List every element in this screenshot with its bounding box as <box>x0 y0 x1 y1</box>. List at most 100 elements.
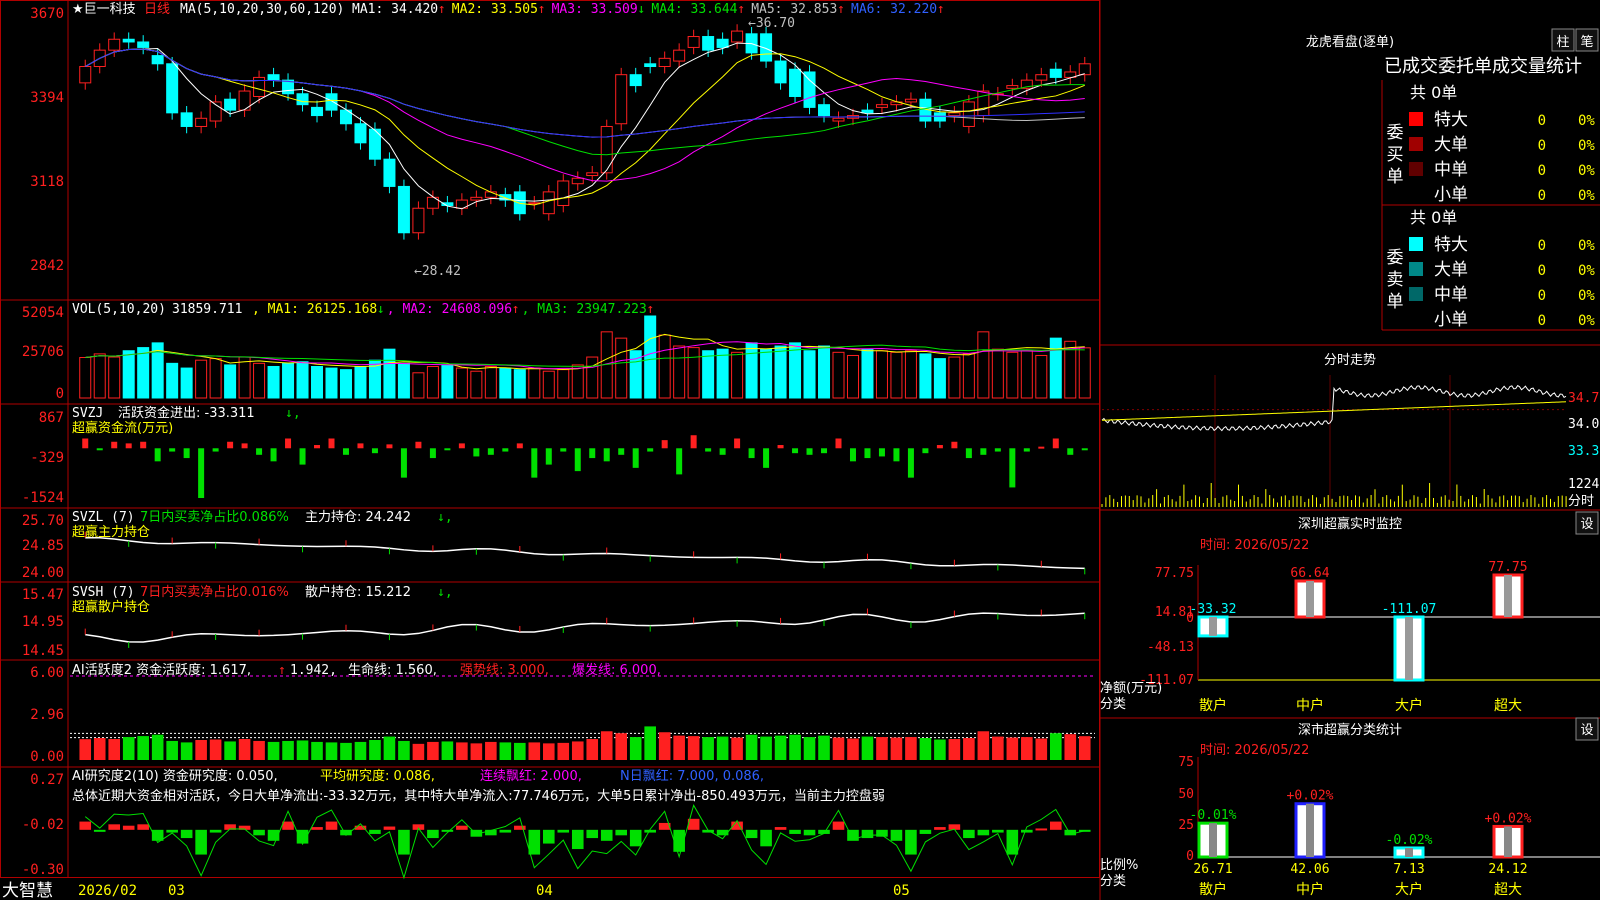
fund-flow-bar <box>183 448 190 459</box>
candle-body <box>470 196 483 201</box>
volume-bar <box>122 350 135 399</box>
activity-bar <box>818 735 830 760</box>
ma-lines <box>84 42 1085 210</box>
activity-axis-tick: 6.00 <box>30 665 64 681</box>
fund-flow-bar <box>111 441 118 449</box>
cls-time: 时间: 2026/05/22 <box>1200 743 1309 758</box>
sell-row-pct: 0% <box>1578 313 1595 329</box>
price-axis-tick: 2842 <box>30 258 64 274</box>
fund-flow-bar <box>198 448 205 498</box>
intraday-axis-tick: 34.79 <box>1568 391 1600 406</box>
vol-ma-arrow: ↑ <box>646 302 654 317</box>
candle-body <box>166 63 179 114</box>
candle-body <box>658 57 671 68</box>
fund-flow-bar <box>444 448 451 451</box>
fund-flow-bar <box>154 448 161 462</box>
longhu-title: 龙虎看盘(逐单) <box>1306 34 1394 50</box>
volume-bar <box>687 347 700 399</box>
activity-axis-tick: 2.96 <box>30 707 64 723</box>
price-axis-tick: 3118 <box>30 174 64 190</box>
vol-axis-tick: 0 <box>56 386 64 402</box>
candle-body <box>615 74 628 125</box>
cls-bar-category: 中户 <box>1296 881 1324 898</box>
svzj-axis-tick: 867 <box>39 410 64 426</box>
candle-body <box>79 66 92 84</box>
svsh-axis-tick: 14.95 <box>22 614 64 630</box>
ma-value-ma1: MA1: 34.420 <box>352 2 438 17</box>
research-bar <box>716 829 729 836</box>
price-axis-tick: 3670 <box>30 6 64 22</box>
cls-bar-change: +0.02% <box>1287 789 1334 804</box>
fund-flow-bar <box>893 448 900 462</box>
sell-row-name: 特大 <box>1434 235 1468 255</box>
fund-flow-bar <box>661 440 668 449</box>
activity-bar <box>354 741 367 760</box>
activity-bar <box>716 736 729 760</box>
svsh-subtitle: 超赢散户持仓 <box>72 599 150 615</box>
activity-bar <box>702 737 714 760</box>
activity-bar <box>557 742 570 760</box>
svsh-arrow: ↓, <box>437 585 453 600</box>
activity-bar <box>832 737 845 760</box>
volume-bar <box>79 357 92 399</box>
activity-bar <box>253 740 265 760</box>
fund-flow-bar <box>1009 448 1016 488</box>
activity-bar <box>890 737 903 760</box>
research-bar <box>774 827 787 830</box>
cls-axis-tick: 0 <box>1186 849 1194 864</box>
activity-bar <box>600 731 613 760</box>
volume-bar <box>542 370 555 399</box>
sz-bar-shade <box>1504 575 1512 617</box>
svsh-axis-tick: 15.47 <box>22 587 64 603</box>
volume-bar <box>977 331 990 399</box>
activity-bar <box>195 739 207 760</box>
sz-time: 时间: 2026/05/22 <box>1200 538 1309 553</box>
fund-flow-bars <box>82 435 1088 498</box>
fund-flow-bar <box>734 438 741 449</box>
buy-row-pct: 0% <box>1578 163 1595 179</box>
cls-bar-change: +0.02% <box>1485 811 1532 826</box>
stock-name: ★巨一科技 <box>72 2 136 17</box>
candle-body <box>731 30 744 43</box>
sell-row-pct: 0% <box>1578 288 1595 304</box>
candle-body <box>948 112 961 117</box>
sell-row-name: 大单 <box>1434 260 1468 280</box>
activity-bar <box>224 741 236 760</box>
cls-bar-ratio: 24.12 <box>1488 862 1527 877</box>
buy-row-name: 大单 <box>1434 135 1468 155</box>
activity-bar <box>470 743 483 760</box>
trading-chart-canvas[interactable]: -33.32 散户 66.64 中户 -111.07 大户 77.75 超大 -0.01% 26… <box>0 0 1600 900</box>
candle-body <box>557 180 570 207</box>
bar-mode-label: 柱 <box>1556 35 1569 50</box>
candle-body <box>875 104 888 108</box>
svzl-subtitle: 超赢主力持仓 <box>72 524 150 540</box>
candle-body <box>904 98 917 103</box>
research-bar <box>499 829 512 833</box>
sz-bar-value: -111.07 <box>1382 602 1437 617</box>
fund-flow-bar <box>241 443 248 449</box>
fund-flow-bar <box>560 448 567 452</box>
activity-bar <box>847 738 859 760</box>
sell-row-count: 0 <box>1538 263 1546 279</box>
activity-bar <box>905 737 917 760</box>
svsh-ratio: 7日内买卖净占比0.016% <box>140 584 289 600</box>
volume-bar <box>470 370 483 399</box>
intraday-vol-tick: 1224 <box>1568 477 1599 492</box>
candle-body <box>962 101 975 127</box>
research-bar <box>1049 821 1062 830</box>
svzj-axis-tick: -329 <box>30 450 64 466</box>
candle-body <box>484 191 497 198</box>
strong-line-label: 强势线: 3.000, <box>460 662 549 678</box>
sell-row-pct: 0% <box>1578 263 1595 279</box>
intraday-title: 分时走势 <box>1324 352 1376 368</box>
activity-bar <box>977 731 990 760</box>
fund-flow-bar <box>878 448 885 457</box>
sell-row-count: 0 <box>1538 313 1546 329</box>
fund-flow-bar <box>386 444 393 449</box>
activity-bar <box>673 735 685 760</box>
cls-bar-category: 大户 <box>1395 881 1423 898</box>
volume-bar <box>209 358 222 399</box>
fund-flow-bar <box>531 448 538 478</box>
candle-body <box>122 38 135 43</box>
fund-flow-bar <box>357 443 364 449</box>
